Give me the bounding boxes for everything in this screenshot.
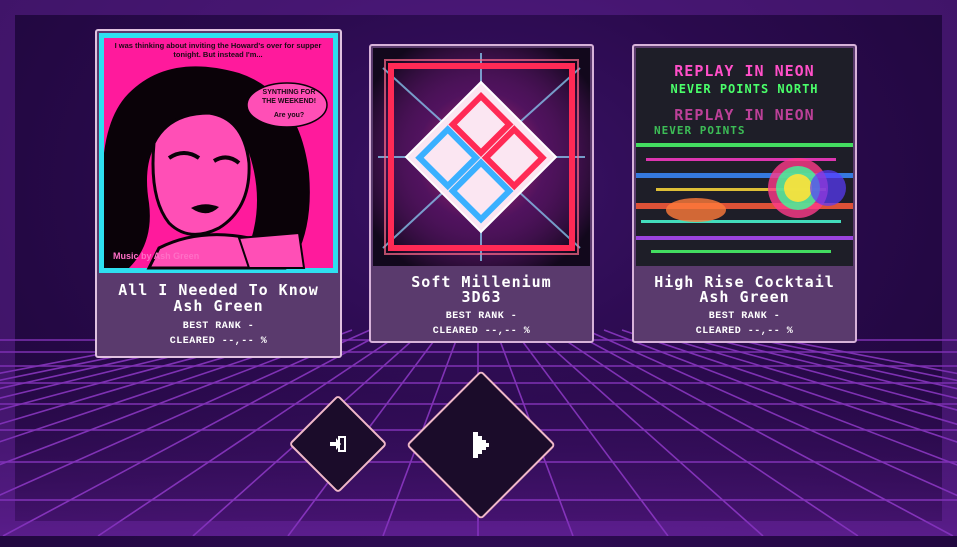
song-artist: 3D63 (461, 288, 502, 306)
cover-art-credit: Music by Ash Green (113, 251, 200, 261)
cover-art-speech-bubble: SYNTHING FOR THE WEEKEND! (261, 89, 317, 105)
song-card-3[interactable]: REPLAY IN NEON NEVER POINTS NORTH REPLAY… (632, 44, 857, 343)
cover-art-line-1: REPLAY IN NEON (674, 62, 815, 80)
cover-art-1: I was thinking about inviting the Howard… (99, 33, 338, 273)
cover-art-3: REPLAY IN NEON NEVER POINTS NORTH REPLAY… (636, 48, 853, 266)
cover-art-line-4: NEVER POINTS (654, 124, 746, 137)
song-title: All I Needed To Know (118, 281, 319, 299)
song-artist: Ash Green (699, 288, 790, 306)
song-artist: Ash Green (173, 297, 264, 315)
cover-art-speech-sub: Are you? (273, 112, 305, 119)
cover-art-line-3: REPLAY IN NEON (674, 106, 815, 124)
cleared-percent: CLEARED --,-- % (432, 326, 531, 337)
cleared-percent: CLEARED --,-- % (695, 326, 794, 337)
cover-art-2 (373, 48, 590, 266)
song-card-2[interactable]: Soft Millenium 3D63 BEST RANK - CLEARED … (369, 44, 594, 343)
play-icon (473, 432, 489, 458)
exit-door-icon (330, 436, 346, 452)
pinup-woman-comic-cover-art (104, 38, 333, 270)
cover-art-speech-top: I was thinking about inviting the Howard… (114, 41, 322, 59)
best-rank: BEST RANK - (445, 311, 518, 322)
best-rank: BEST RANK - (708, 311, 781, 322)
best-rank: BEST RANK - (182, 321, 255, 332)
neon-diamond-logo-cover-art (373, 48, 590, 266)
glitch-neon-cover-art (636, 48, 853, 266)
cleared-percent: CLEARED --,-- % (169, 336, 268, 347)
song-card-1[interactable]: I was thinking about inviting the Howard… (95, 29, 342, 358)
cover-art-line-2: NEVER POINTS NORTH (670, 82, 819, 96)
